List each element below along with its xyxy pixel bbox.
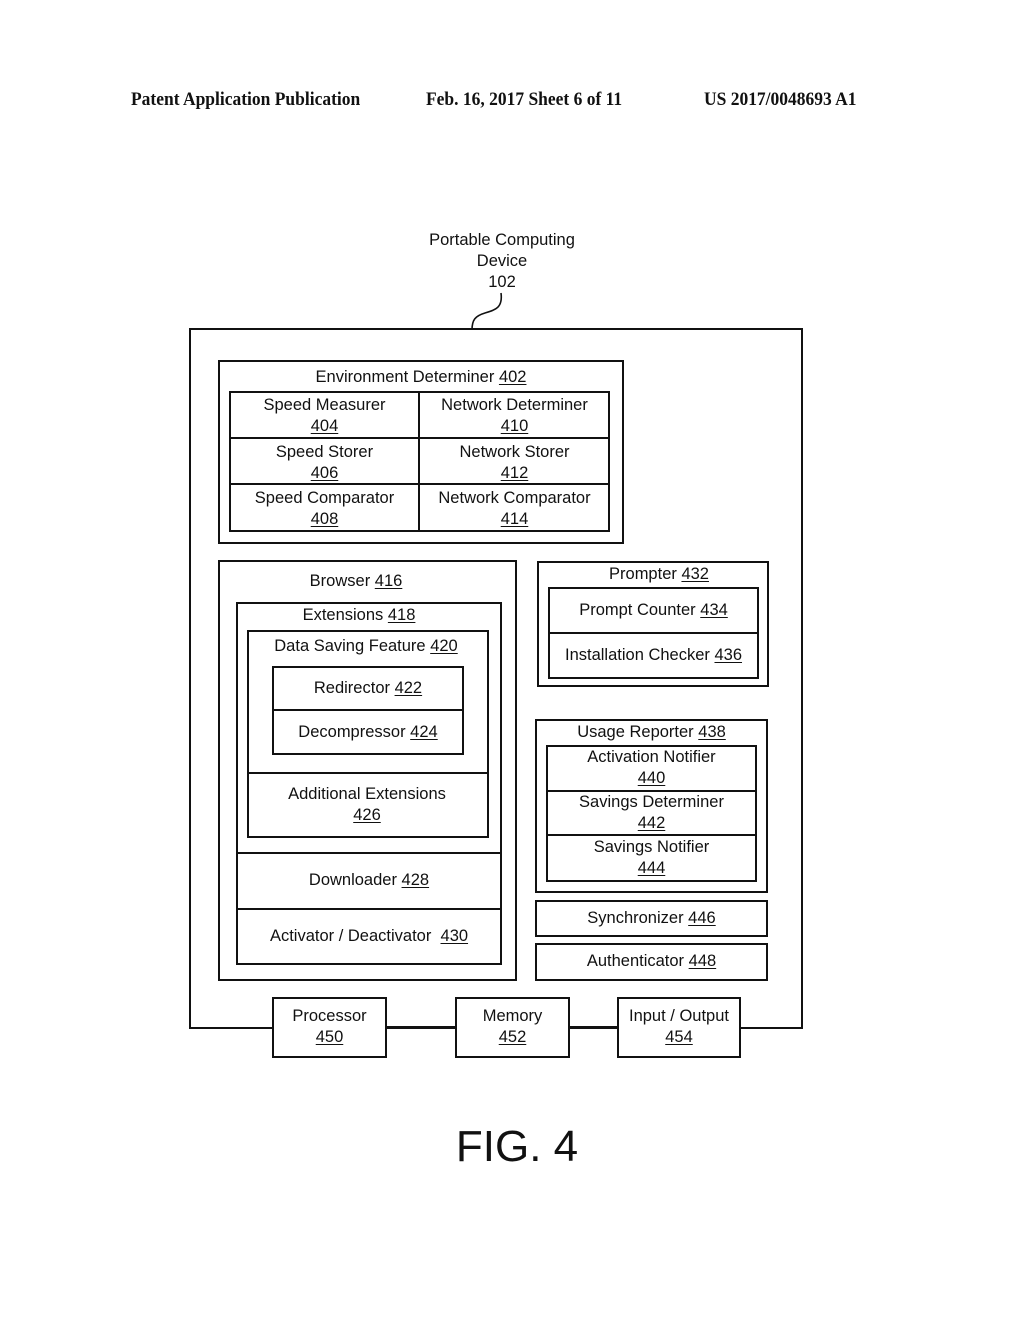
downloader-divider (237, 852, 501, 854)
device-caption-line2: Device (476, 252, 528, 270)
downloader-label: Downloader 428 (308, 871, 430, 889)
redirector-label: Redirector 422 (313, 679, 423, 697)
memory-label: Memory 452 (482, 1007, 543, 1046)
input-output-label: Input / Output 454 (629, 1007, 729, 1046)
patent-number-label: US 2017/0048693 A1 (704, 89, 857, 110)
network-storer-cell: Network Storer 412 (459, 443, 570, 482)
environment-determiner-label: Environment Determiner 402 (315, 368, 527, 386)
data-saving-feature-label: Data Saving Feature 420 (274, 637, 458, 655)
extensions-label: Extensions 418 (302, 606, 416, 624)
grid-divider-1 (230, 437, 609, 439)
speed-comparator-cell: Speed Comparator 408 (254, 489, 395, 528)
date-sheet-label: Feb. 16, 2017 Sheet 6 of 11 (426, 89, 623, 110)
device-caption-line1: Portable Computing (429, 231, 575, 249)
usage-reporter-label: Usage Reporter 438 (577, 723, 726, 741)
publication-label: Patent Application Publication (131, 89, 361, 110)
prompt-counter-label: Prompt Counter 434 (579, 601, 728, 619)
leader-line-icon (471, 292, 503, 331)
activator-deactivator-label: Activator / Deactivator 430 (269, 927, 469, 945)
speed-storer-cell: Speed Storer 406 (275, 443, 374, 482)
savings-notifier-label: Savings Notifier 444 (593, 838, 710, 877)
installation-checker-label: Installation Checker 436 (564, 646, 743, 664)
bus-line-2 (569, 1026, 618, 1028)
bus-line-1 (386, 1026, 456, 1028)
activation-notifier-label: Activation Notifier 440 (587, 748, 716, 787)
additional-divider (248, 772, 488, 774)
device-caption: Portable Computing Device 102 (392, 230, 612, 293)
speed-measurer-cell: Speed Measurer 404 (263, 396, 386, 435)
synchronizer-label: Synchronizer 446 (587, 909, 716, 927)
prompter-divider (549, 632, 758, 634)
network-comparator-cell: Network Comparator 414 (438, 489, 591, 528)
additional-extensions-label: Additional Extensions 426 (288, 785, 446, 824)
activator-divider (237, 908, 501, 910)
prompter-label: Prompter 432 (609, 565, 709, 583)
usage-divider-2 (547, 834, 756, 836)
decompressor-label: Decompressor 424 (298, 723, 438, 741)
authenticator-label: Authenticator 448 (586, 952, 717, 970)
processor-label: Processor 450 (292, 1007, 367, 1046)
redirector-divider (273, 709, 463, 711)
network-determiner-cell: Network Determiner 410 (441, 396, 588, 435)
figure-label: FIG. 4 (455, 1122, 579, 1171)
browser-label: Browser 416 (309, 572, 403, 590)
savings-determiner-label: Savings Determiner 442 (579, 793, 724, 832)
